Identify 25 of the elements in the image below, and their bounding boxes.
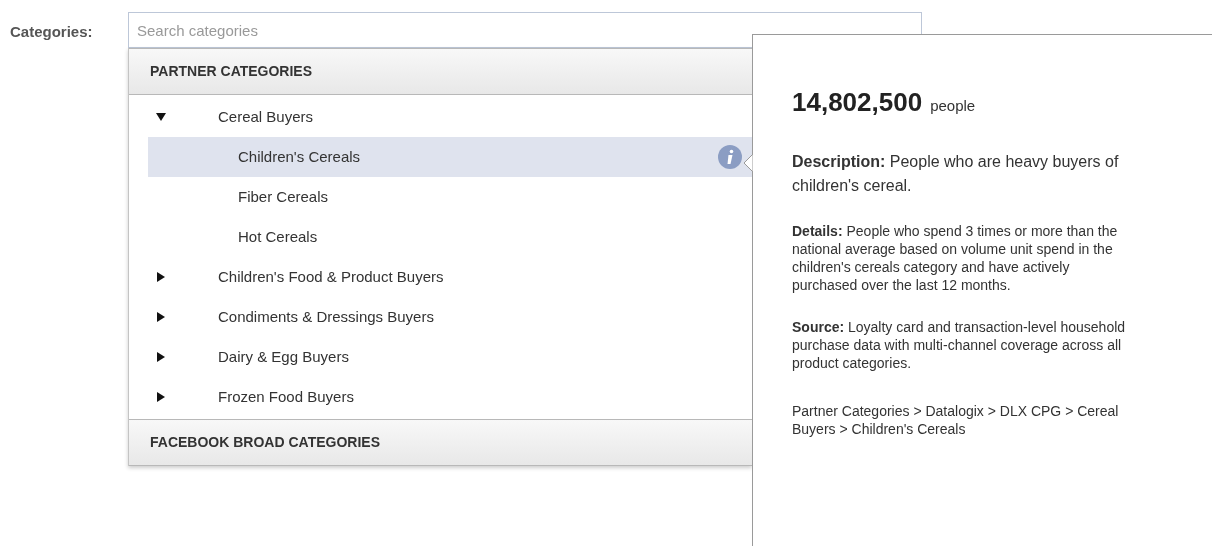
section-header[interactable]: FACEBOOK BROAD CATEGORIES <box>129 419 752 466</box>
collapse-triangle-icon[interactable] <box>156 112 166 122</box>
section-header[interactable]: PARTNER CATEGORIES <box>129 48 752 95</box>
category-label: Fiber Cereals <box>238 186 329 207</box>
category-label: Cereal Buyers <box>218 106 314 127</box>
search-field[interactable]: Search categories <box>128 12 922 48</box>
category-label: Children's Cereals <box>238 146 361 167</box>
category-label: Hot Cereals <box>238 226 318 247</box>
expand-triangle-icon[interactable] <box>156 272 166 282</box>
audience-unit: people <box>930 96 976 116</box>
details-text: Details: People who spend 3 times or more than the national average based on volume unit spend in the children's cereals category and have actively purchased over the last 12 months. <box>792 222 1119 294</box>
expand-triangle-icon[interactable] <box>156 312 166 322</box>
category-label: Frozen Food Buyers <box>218 386 354 407</box>
category-label: Condiments & Dressings Buyers <box>218 306 434 327</box>
info-icon[interactable] <box>718 145 742 169</box>
audience-count: 14,802,500 <box>792 86 923 119</box>
category-label: Children's Food & Product Buyers <box>218 266 444 287</box>
category-label: Dairy & Egg Buyers <box>218 346 349 367</box>
category-path: Partner Categories > Datalogix > DLX CPG > Cereal Buyers > Children's Cereals <box>792 402 1120 438</box>
field-label: Categories: <box>10 22 94 42</box>
category-row[interactable]: Children's Cereals <box>148 137 752 177</box>
expand-triangle-icon[interactable] <box>156 352 166 362</box>
source-text: Source: Loyalty card and transaction-level household purchase data with multi-channel coverage across all product categories. <box>792 318 1127 372</box>
expand-triangle-icon[interactable] <box>156 392 166 402</box>
description-text: Description: People who are heavy buyers of children's cereal. <box>792 152 1120 196</box>
